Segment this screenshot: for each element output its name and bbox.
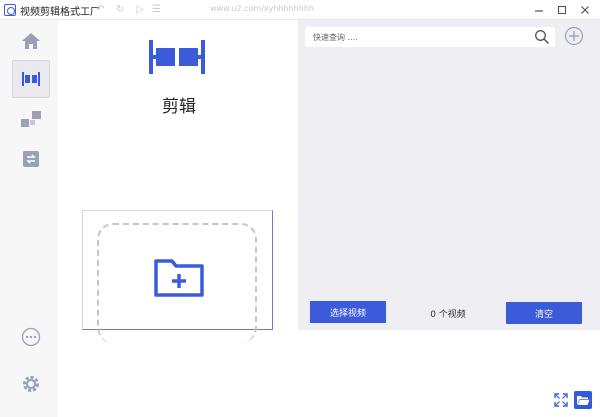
- sidebar: [0, 20, 58, 417]
- sidebar-item-merge[interactable]: [12, 100, 50, 138]
- add-circle-icon[interactable]: [564, 26, 584, 46]
- search-box: [305, 27, 555, 47]
- title-bar: 视频剪辑格式工厂 ↶ ↻ ▷ ☰ www.u2.com/xyhhhhhhhh: [0, 0, 600, 20]
- close-button[interactable]: [576, 1, 594, 19]
- close-icon: [581, 6, 589, 14]
- minimize-button[interactable]: [530, 1, 548, 19]
- video-list-panel: 选择视频 0 个视频 清空: [298, 20, 600, 330]
- settings-button[interactable]: [12, 365, 50, 403]
- fullscreen-button[interactable]: [552, 391, 570, 409]
- cut-mode-icon: [149, 40, 205, 74]
- folder-add-icon: [154, 259, 204, 297]
- faint-url: www.u2.com/xyhhhhhhhh: [210, 4, 314, 13]
- drop-zone[interactable]: [97, 223, 257, 343]
- video-count: 0 个视频: [430, 310, 466, 320]
- more-icon: [21, 327, 41, 347]
- sidebar-item-home[interactable]: [12, 22, 50, 60]
- maximize-button[interactable]: [553, 1, 571, 19]
- gear-icon: [23, 376, 39, 392]
- app-logo-icon: [4, 4, 16, 16]
- open-folder-button[interactable]: [574, 391, 592, 409]
- maximize-icon: [557, 5, 567, 15]
- minimize-icon: [535, 10, 543, 12]
- more-button[interactable]: [12, 318, 50, 356]
- window-title: 视频剪辑格式工厂: [20, 7, 100, 18]
- back-icon: ↶: [96, 4, 105, 15]
- select-video-button[interactable]: 选择视频: [310, 301, 386, 323]
- search-input[interactable]: [313, 30, 528, 44]
- forward-icon: ▷: [136, 4, 144, 15]
- search-icon[interactable]: [534, 29, 550, 45]
- sidebar-item-cut[interactable]: [12, 60, 50, 98]
- home-icon: [22, 33, 40, 49]
- refresh-icon: ↻: [116, 4, 125, 15]
- folder-open-icon: [577, 396, 590, 405]
- sidebar-item-convert[interactable]: [12, 140, 50, 178]
- menu-icon: ☰: [152, 4, 161, 15]
- convert-icon: [23, 151, 39, 167]
- mode-title: 剪辑: [162, 97, 196, 117]
- fullscreen-icon: [554, 393, 568, 407]
- file-drop-area[interactable]: [82, 210, 273, 343]
- clear-button[interactable]: 清空: [506, 302, 582, 324]
- merge-icon: [21, 111, 41, 127]
- cut-icon: [22, 72, 40, 86]
